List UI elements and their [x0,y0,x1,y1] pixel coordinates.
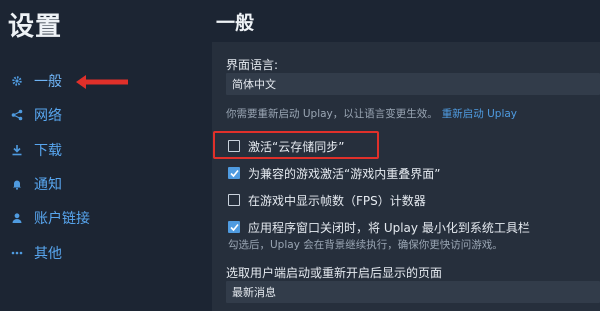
sidebar-item-label: 其他 [34,246,62,262]
language-label: 界面语言: [226,58,279,72]
checkbox-label: 应用程序窗口关闭时，将 Uplay 最小化到系统工具栏 [248,220,530,235]
fps-checkbox-row[interactable]: 在游戏中显示帧数（FPS）计数器 [228,191,426,209]
checkmark-icon [229,223,239,231]
sidebar-item-network[interactable]: 网络 [10,104,190,126]
sidebar-item-other[interactable]: 其他 [10,242,190,264]
minimize-tray-checkbox-row[interactable]: 应用程序窗口关闭时，将 Uplay 最小化到系统工具栏 [228,218,530,236]
bell-icon [10,177,24,191]
cloud-sync-checkbox[interactable] [228,140,240,152]
restart-uplay-link[interactable]: 重新启动 Uplay [442,108,517,120]
sidebar: 设置 一般 网络 下载 通知 账户链接 其他 [0,0,212,311]
language-value: 简体中文 [232,78,276,91]
header [212,0,600,40]
sidebar-item-label: 网络 [34,108,62,124]
checkbox-label: 在游戏中显示帧数（FPS）计数器 [248,193,426,208]
sidebar-item-notifications[interactable]: 通知 [10,173,190,195]
minimize-tray-checkbox[interactable] [228,221,240,233]
startup-page-label: 选取用户端启动或重新开启后显示的页面 [226,266,443,280]
checkmark-icon [229,169,239,177]
startup-page-dropdown[interactable]: 最新消息 [226,281,600,303]
language-dropdown[interactable]: 简体中文 [226,73,600,95]
cloud-sync-checkbox-row[interactable]: 激活“云存储同步” [228,137,344,155]
overlay-checkbox-row[interactable]: 为兼容的游戏激活“游戏内重叠界面” [228,164,440,182]
user-icon [10,211,24,225]
page-title: 一般 [216,12,255,34]
sidebar-item-label: 账户链接 [34,211,90,227]
minimize-tray-hint: 勾选后，Uplay 会在背景继续执行，确保你更快访问游戏。 [228,239,503,251]
sidebar-item-account-links[interactable]: 账户链接 [10,207,190,229]
sidebar-item-downloads[interactable]: 下载 [10,139,190,161]
overlay-checkbox[interactable] [228,167,240,179]
checkbox-label: 为兼容的游戏激活“游戏内重叠界面” [248,166,441,181]
gear-icon [10,74,24,88]
annotation-arrow [76,75,128,89]
download-icon [10,143,24,157]
sidebar-item-label: 一般 [34,74,62,90]
more-icon [10,246,24,260]
network-icon [10,108,24,122]
fps-checkbox[interactable] [228,194,240,206]
sidebar-item-label: 通知 [34,177,62,193]
checkbox-label: 激活“云存储同步” [248,139,345,154]
language-hint: 你需要重新启动 Uplay，以让语言变更生效。 重新启动 Uplay [226,108,518,120]
sidebar-title: 设置 [8,12,63,42]
sidebar-item-label: 下载 [34,143,62,159]
startup-page-value: 最新消息 [232,286,276,299]
